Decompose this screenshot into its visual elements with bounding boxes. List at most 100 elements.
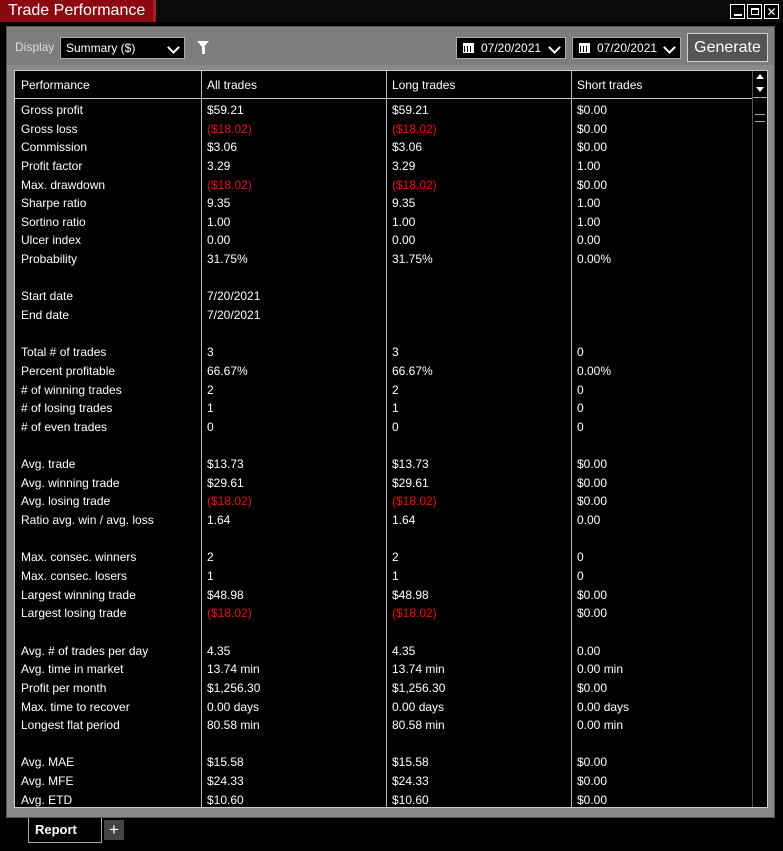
cell-short-trades: $0.00 [577,494,608,509]
display-select[interactable]: Summary ($) [60,37,185,59]
cell-performance: Avg. trade [21,457,76,472]
table-row: Gross loss ($18.02) ($18.02) $0.00 [15,120,754,139]
cell-short-trades: 0.00 min [577,718,624,733]
table-row: Largest losing trade ($18.02) ($18.02) $0.0… [15,604,754,623]
cell-long-trades: 66.67% [392,363,433,378]
cell-performance: End date [21,308,70,323]
add-tab-button[interactable]: + [104,820,124,840]
table-row: Profit factor 3.29 3.29 1.00 [15,157,754,176]
table-row: Ratio avg. win / avg. loss 1.64 1.64 0.00 [15,511,754,530]
cell-long-trades: 2 [392,550,399,565]
cell-long-trades: $15.58 [392,755,429,770]
cell-all-trades: 80.58 min [207,718,260,733]
performance-panel: Display Summary ($) 07/20/2021 07/20/202… [6,26,775,818]
cell-short-trades: $0.00 [577,587,608,602]
calendar-icon [579,43,590,53]
cell-short-trades: $0.00 [577,774,608,789]
cell-short-trades: 0 [577,401,584,416]
cell-short-trades: 0.00 days [577,699,630,714]
cell-short-trades: 0.00% [577,363,612,378]
title-bar: Trade Performance ✕ [0,0,783,22]
maximize-button[interactable] [747,4,762,19]
scroll-thumb[interactable] [755,114,765,122]
cell-all-trades: 3 [207,345,214,360]
table-row: Profit per month $1,256.30 $1,256.30 $0.00 [15,679,754,698]
close-button[interactable]: ✕ [764,4,779,19]
vertical-scrollbar[interactable] [752,71,767,807]
cell-performance: Avg. winning trade [21,475,120,490]
cell-all-trades: ($18.02) [207,121,252,136]
cell-performance: # of winning trades [21,382,122,397]
minimize-button[interactable] [730,4,745,19]
cell-short-trades: $0.00 [577,606,608,621]
cell-short-trades: $0.00 [577,475,608,490]
cell-long-trades: ($18.02) [392,121,437,136]
cell-all-trades: 3.29 [207,158,231,173]
from-date-value: 07/20/2021 [481,41,542,55]
to-date-value: 07/20/2021 [597,41,658,55]
window-controls: ✕ [730,4,779,19]
cell-performance: Gross profit [21,103,84,117]
scroll-up-icon[interactable] [756,74,764,79]
header-all-trades[interactable]: All trades [201,71,386,98]
cell-performance: Avg. # of trades per day [21,643,149,658]
cell-short-trades: 0 [577,345,584,360]
cell-performance: Avg. ETD [21,792,73,807]
header-long-trades[interactable]: Long trades [386,71,571,98]
table-row: Sortino ratio 1.00 1.00 1.00 [15,213,754,232]
cell-all-trades: $3.06 [207,140,238,155]
table-row: Probability 31.75% 31.75% 0.00% [15,250,754,269]
cell-long-trades: $24.33 [392,774,429,789]
tab-bar: Report + [0,818,783,851]
tab-report[interactable]: Report [28,818,102,843]
table-body: Gross profit $59.21 $59.21 $0.00 Gross loss (… [15,101,754,807]
table-row: Max. consec. losers 1 1 0 [15,567,754,586]
table-row: End date 7/20/2021 [15,306,754,325]
table-row: Total # of trades 3 3 0 [15,343,754,362]
cell-long-trades: 1.64 [392,513,416,528]
header-short-trades[interactable]: Short trades [571,71,754,98]
from-date-picker[interactable]: 07/20/2021 [456,37,566,59]
cell-performance: Largest winning trade [21,587,136,602]
cell-short-trades: $0.00 [577,121,608,136]
table-row [15,325,754,344]
maximize-icon [750,8,759,15]
cell-all-trades: 7/20/2021 [207,308,261,323]
cell-performance: Sharpe ratio [21,196,87,211]
cell-short-trades: 0.00% [577,252,612,267]
cell-all-trades: 9.35 [207,196,231,211]
cell-all-trades: ($18.02) [207,177,252,192]
cell-performance: Max. time to recover [21,699,130,714]
minimize-icon [733,13,742,16]
cell-all-trades: ($18.02) [207,606,252,621]
table-row: Gross profit $59.21 $59.21 $0.00 [15,101,754,120]
table-row: # of winning trades 2 2 0 [15,381,754,400]
cell-all-trades: 1 [207,401,214,416]
cell-long-trades: 80.58 min [392,718,445,733]
scroll-down-icon[interactable] [756,87,764,92]
table-row [15,735,754,754]
cell-performance: Start date [21,289,74,304]
table-row: Start date 7/20/2021 [15,287,754,306]
generate-button[interactable]: Generate [687,33,768,62]
cell-performance: Longest flat period [21,718,120,733]
cell-long-trades: $13.73 [392,457,429,472]
table-row: # of losing trades 1 1 0 [15,399,754,418]
cell-short-trades: 1.00 [577,196,601,211]
cell-all-trades: 66.67% [207,363,248,378]
cell-performance: Max. drawdown [21,177,106,192]
chevron-down-icon [167,41,180,54]
cell-all-trades: 1 [207,569,214,584]
cell-performance: Largest losing trade [21,606,127,621]
header-performance[interactable]: Performance [15,71,201,98]
cell-short-trades: 0.00 [577,643,601,658]
filter-icon[interactable] [197,41,209,54]
table-row: Percent profitable 66.67% 66.67% 0.00% [15,362,754,381]
cell-all-trades: 2 [207,550,214,565]
to-date-picker[interactable]: 07/20/2021 [572,37,681,59]
cell-all-trades: ($18.02) [207,494,252,509]
display-select-value: Summary ($) [66,41,136,55]
table-row: Avg. winning trade $29.61 $29.61 $0.00 [15,474,754,493]
toolbar: Display Summary ($) 07/20/2021 07/20/202… [7,27,774,65]
cell-short-trades: $0.00 [577,103,608,117]
